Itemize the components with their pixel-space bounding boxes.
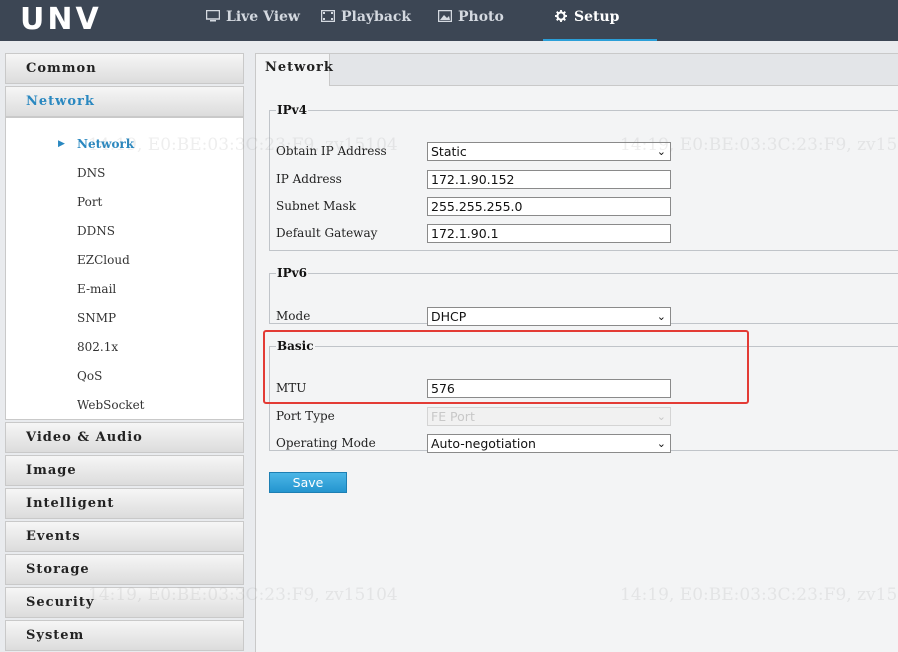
sidebar-cat-security[interactable]: Security	[5, 587, 244, 618]
sidebar-cat-storage[interactable]: Storage	[5, 554, 244, 585]
ipv6-legend: IPv6	[277, 266, 307, 280]
chevron-down-icon: ⌄	[656, 437, 666, 450]
sidebar-item-qos[interactable]: QoS	[6, 362, 243, 391]
nav-live-view[interactable]: Live View	[206, 0, 300, 41]
subnet-mask-label: Subnet Mask	[276, 199, 356, 213]
basic-section: Basic MTU 576 Port Type FE Port ⌄ Operati…	[269, 339, 898, 453]
unv-logo: UNV	[20, 2, 102, 37]
sidebar-item-websocket[interactable]: WebSocket	[6, 391, 243, 420]
monitor-icon	[206, 10, 220, 22]
sidebar-item-ezcloud[interactable]: EZCloud	[6, 246, 243, 275]
basic-legend: Basic	[277, 339, 314, 353]
port-type-value: FE Port	[431, 409, 475, 424]
obtain-ip-label: Obtain IP Address	[276, 144, 387, 158]
port-type-select: FE Port ⌄	[427, 407, 671, 426]
sidebar-cat-intelligent[interactable]: Intelligent	[5, 488, 244, 519]
mtu-label: MTU	[276, 381, 307, 395]
chevron-down-icon: ⌄	[656, 310, 666, 323]
sidebar-cat-common[interactable]: Common	[5, 53, 244, 84]
sidebar-item-port[interactable]: Port	[6, 188, 243, 217]
gear-icon	[555, 10, 567, 22]
sidebar: Common Network ▶ Network DNS Port DDNS EZ…	[5, 53, 244, 652]
sidebar-item-ddns[interactable]: DDNS	[6, 217, 243, 246]
sidebar-cat-network[interactable]: Network	[5, 86, 244, 117]
ipv6-mode-label: Mode	[276, 309, 311, 323]
ipv6-section: IPv6 Mode DHCP ⌄	[269, 266, 898, 326]
nav-photo[interactable]: Photo	[438, 0, 504, 41]
nav-playback[interactable]: Playback	[321, 0, 411, 41]
chevron-down-icon: ⌄	[656, 145, 666, 158]
chevron-down-icon: ⌄	[656, 410, 666, 423]
ipv4-legend: IPv4	[277, 103, 307, 117]
sidebar-item-8021x[interactable]: 802.1x	[6, 333, 243, 362]
save-button[interactable]: Save	[269, 472, 347, 493]
nav-photo-label: Photo	[458, 9, 504, 25]
nav-setup-label: Setup	[574, 9, 620, 25]
subnet-mask-input[interactable]: 255.255.255.0	[427, 197, 671, 216]
nav-playback-label: Playback	[341, 9, 412, 25]
nav-setup[interactable]: Setup	[543, 0, 657, 41]
obtain-ip-select[interactable]: Static ⌄	[427, 142, 671, 161]
film-icon	[321, 10, 335, 22]
default-gateway-input[interactable]: 172.1.90.1	[427, 224, 671, 243]
ip-address-input[interactable]: 172.1.90.152	[427, 170, 671, 189]
sidebar-cat-events[interactable]: Events	[5, 521, 244, 552]
tab-network[interactable]: Network	[256, 54, 333, 86]
tab-strip	[330, 54, 898, 86]
picture-icon	[438, 10, 452, 22]
sidebar-item-dns[interactable]: DNS	[6, 159, 243, 188]
caret-right-icon: ▶	[58, 139, 65, 149]
sidebar-cat-system[interactable]: System	[5, 620, 244, 651]
obtain-ip-value: Static	[431, 144, 467, 159]
sidebar-item-snmp[interactable]: SNMP	[6, 304, 243, 333]
default-gateway-label: Default Gateway	[276, 226, 378, 240]
operating-mode-select[interactable]: Auto-negotiation ⌄	[427, 434, 671, 453]
nav-live-view-label: Live View	[226, 9, 300, 25]
ipv6-mode-select[interactable]: DHCP ⌄	[427, 307, 671, 326]
operating-mode-value: Auto-negotiation	[431, 436, 536, 451]
port-type-label: Port Type	[276, 409, 335, 423]
ipv4-section: IPv4 Obtain IP Address Static ⌄ IP Addres…	[269, 103, 898, 251]
network-submenu: ▶ Network DNS Port DDNS EZCloud E-mail SN…	[5, 117, 244, 420]
sidebar-item-network[interactable]: ▶ Network	[6, 130, 243, 159]
operating-mode-label: Operating Mode	[276, 436, 376, 450]
sidebar-item-email[interactable]: E-mail	[6, 275, 243, 304]
ipv6-mode-value: DHCP	[431, 309, 467, 324]
mtu-input[interactable]: 576	[427, 379, 671, 398]
ip-address-label: IP Address	[276, 172, 342, 186]
sidebar-item-label: Network	[77, 137, 135, 151]
top-bar: UNV Live View Playback Photo Setup	[0, 0, 898, 41]
main-panel: Network IPv4 Obtain IP Address Static ⌄ I…	[255, 53, 898, 652]
sidebar-cat-image[interactable]: Image	[5, 455, 244, 486]
sidebar-cat-video-audio[interactable]: Video & Audio	[5, 422, 244, 453]
